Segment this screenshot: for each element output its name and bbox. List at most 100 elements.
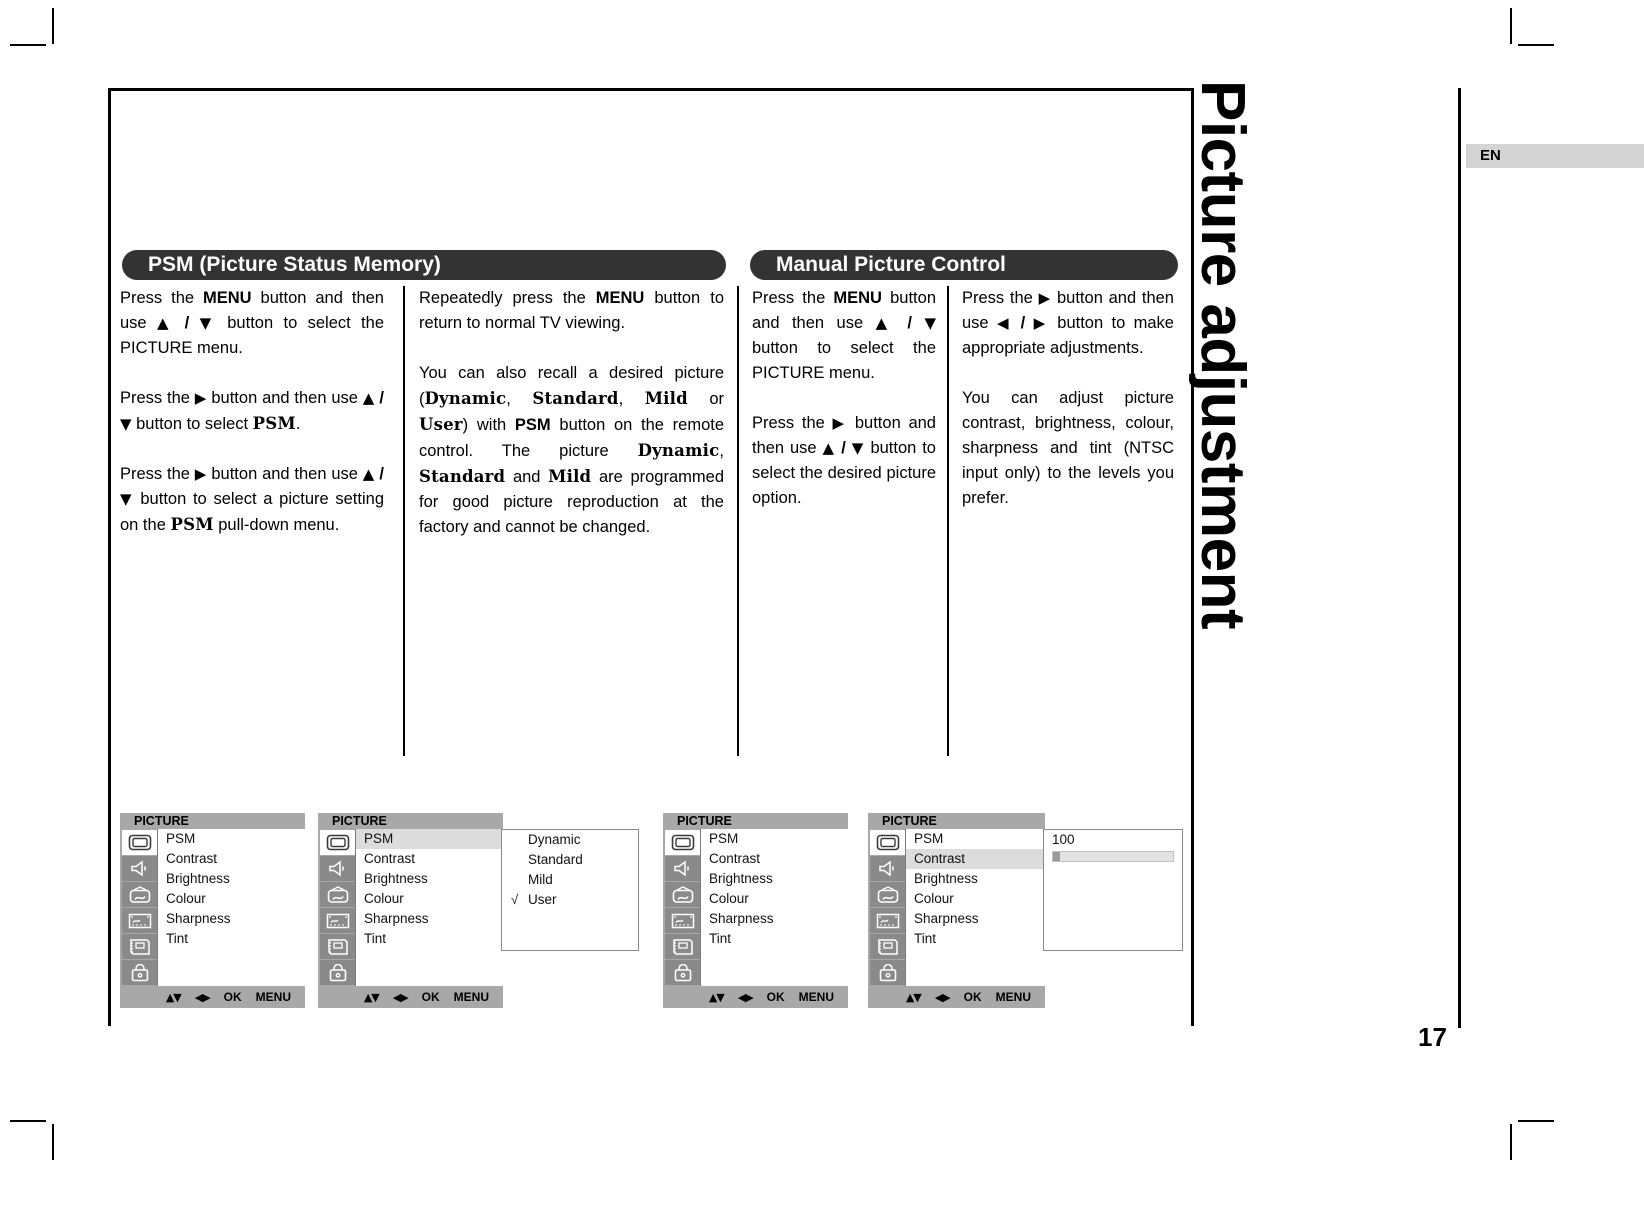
picture-icon[interactable] <box>320 830 355 855</box>
osd-title: PICTURE <box>134 814 189 828</box>
osd-footer-updown-icon[interactable]: ▲▼ <box>364 991 380 1004</box>
osd-menu-item-colour[interactable]: Colour <box>356 889 503 909</box>
paragraph: You can also recall a desired picture (D… <box>419 364 725 536</box>
contrast-value-panel: 100 <box>1043 829 1183 951</box>
osd-footer: ▲▼ ◀▶ OK MENU <box>120 986 305 1008</box>
psm-option-mild[interactable]: Mild <box>502 870 638 890</box>
osd-menu-item-psm[interactable]: PSM <box>356 829 503 849</box>
picture-icon[interactable] <box>665 830 700 855</box>
osd-menu-item-tint[interactable]: Tint <box>356 929 503 949</box>
osd-body: PSM Contrast Brightness Colour Sharpness Tint <box>318 829 503 986</box>
paragraph: You can adjust picture contrast, brightn… <box>962 389 1174 507</box>
osd-menu-item-sharpness[interactable]: Sharpness <box>356 909 503 929</box>
lock-icon[interactable] <box>320 960 355 985</box>
osd-menu-item-tint[interactable]: Tint <box>158 929 305 949</box>
special-icon[interactable] <box>320 934 355 959</box>
special-icon[interactable] <box>870 934 905 959</box>
paragraph: Press the ▶ button and then use ▲ / ▼ bu… <box>120 465 384 534</box>
osd-menu-item-contrast[interactable]: Contrast <box>356 849 503 869</box>
column-divider-2 <box>737 286 739 756</box>
osd-menu-item-colour[interactable]: Colour <box>701 889 848 909</box>
osd-footer-menu-label[interactable]: MENU <box>799 990 834 1004</box>
osd-menu-item-sharpness[interactable]: Sharpness <box>906 909 1045 929</box>
osd-footer-leftright-icon[interactable]: ◀▶ <box>195 991 211 1004</box>
osd-menu-item-colour[interactable]: Colour <box>906 889 1045 909</box>
osd-menu-item-sharpness[interactable]: Sharpness <box>158 909 305 929</box>
screen-icon[interactable] <box>122 908 157 933</box>
text-column-manual-left: Press the MENU button and then use ▲ / ▼… <box>752 286 936 511</box>
lock-icon[interactable] <box>122 960 157 985</box>
screen-icon[interactable] <box>320 908 355 933</box>
psm-option-user[interactable]: √ User <box>502 890 638 910</box>
osd-menu-item-tint[interactable]: Tint <box>906 929 1045 949</box>
psm-option-label: User <box>528 892 557 907</box>
osd-menu-item-brightness[interactable]: Brightness <box>356 869 503 889</box>
contrast-value-label: 100 <box>1052 832 1075 847</box>
lock-icon[interactable] <box>870 960 905 985</box>
osd-panel-psm-selected[interactable]: PICTURE PSM Contrast Brightness Colour Sharpn… <box>318 813 503 1008</box>
osd-menu-list: PSM Contrast Brightness Colour Sharpness Tint <box>355 829 503 986</box>
osd-menu-item-psm[interactable]: PSM <box>906 829 1045 849</box>
crop-mark-bottom-left-vertical <box>52 1124 54 1160</box>
osd-icon-rail <box>663 829 700 986</box>
special-icon[interactable] <box>665 934 700 959</box>
osd-panel-contrast-selected[interactable]: PICTURE PSM Contrast Brightness Colour Sharpn… <box>868 813 1045 1008</box>
osd-menu-item-psm[interactable]: PSM <box>701 829 848 849</box>
osd-footer-leftright-icon[interactable]: ◀▶ <box>738 991 754 1004</box>
paragraph: Press the MENU button and then use ▲ / ▼… <box>752 289 936 382</box>
osd-menu-item-colour[interactable]: Colour <box>158 889 305 909</box>
osd-footer-ok-label[interactable]: OK <box>224 990 242 1004</box>
osd-menu-item-contrast[interactable]: Contrast <box>906 849 1045 869</box>
lock-icon[interactable] <box>665 960 700 985</box>
osd-footer-menu-label[interactable]: MENU <box>454 990 489 1004</box>
channel-icon[interactable] <box>320 882 355 907</box>
picture-icon[interactable] <box>870 830 905 855</box>
sound-icon[interactable] <box>320 856 355 881</box>
sound-icon[interactable] <box>122 856 157 881</box>
osd-menu-item-brightness[interactable]: Brightness <box>158 869 305 889</box>
osd-footer-updown-icon[interactable]: ▲▼ <box>709 991 725 1004</box>
sound-icon[interactable] <box>665 856 700 881</box>
osd-panel-picture-menu-2[interactable]: PICTURE PSM Contrast Brightness Colour Sharpn… <box>663 813 848 1008</box>
osd-panel-picture-menu[interactable]: PICTURE PSM Contrast Brightness Colour Sharpn… <box>120 813 305 1008</box>
osd-menu-item-psm[interactable]: PSM <box>158 829 305 849</box>
osd-footer-menu-label[interactable]: MENU <box>256 990 291 1004</box>
psm-option-dynamic[interactable]: Dynamic <box>502 830 638 850</box>
osd-title: PICTURE <box>882 814 937 828</box>
paragraph: Repeatedly press the MENU button to retu… <box>419 289 724 332</box>
screen-icon[interactable] <box>870 908 905 933</box>
special-icon[interactable] <box>122 934 157 959</box>
crop-mark-bottom-right-horizontal <box>1518 1120 1554 1122</box>
contrast-value-bar[interactable] <box>1052 851 1174 862</box>
osd-menu-item-brightness[interactable]: Brightness <box>906 869 1045 889</box>
osd-footer-menu-label[interactable]: MENU <box>996 990 1031 1004</box>
channel-icon[interactable] <box>665 882 700 907</box>
osd-footer-ok-label[interactable]: OK <box>422 990 440 1004</box>
osd-body: PSM Contrast Brightness Colour Sharpness Tint <box>120 829 305 986</box>
osd-footer-updown-icon[interactable]: ▲▼ <box>906 991 922 1004</box>
osd-menu-item-contrast[interactable]: Contrast <box>158 849 305 869</box>
osd-footer-ok-label[interactable]: OK <box>767 990 785 1004</box>
picture-icon[interactable] <box>122 830 157 855</box>
osd-menu-item-sharpness[interactable]: Sharpness <box>701 909 848 929</box>
crop-mark-bottom-left-horizontal <box>10 1120 46 1122</box>
section-banner-manual-picture-control: Manual Picture Control <box>750 250 1178 280</box>
channel-icon[interactable] <box>870 882 905 907</box>
language-tab: EN <box>1466 144 1644 168</box>
osd-menu-item-tint[interactable]: Tint <box>701 929 848 949</box>
psm-option-standard[interactable]: Standard <box>502 850 638 870</box>
osd-menu-item-contrast[interactable]: Contrast <box>701 849 848 869</box>
psm-option-dropdown[interactable]: Dynamic Standard Mild √ User <box>501 829 639 951</box>
osd-menu-item-brightness[interactable]: Brightness <box>701 869 848 889</box>
osd-footer-updown-icon[interactable]: ▲▼ <box>166 991 182 1004</box>
osd-title: PICTURE <box>332 814 387 828</box>
osd-list-filler <box>906 949 1045 986</box>
sound-icon[interactable] <box>870 856 905 881</box>
screen-icon[interactable] <box>665 908 700 933</box>
osd-footer-leftright-icon[interactable]: ◀▶ <box>935 991 951 1004</box>
crop-mark-top-left-vertical <box>52 8 54 44</box>
osd-footer-ok-label[interactable]: OK <box>964 990 982 1004</box>
channel-icon[interactable] <box>122 882 157 907</box>
osd-footer-leftright-icon[interactable]: ◀▶ <box>393 991 409 1004</box>
osd-title: PICTURE <box>677 814 732 828</box>
